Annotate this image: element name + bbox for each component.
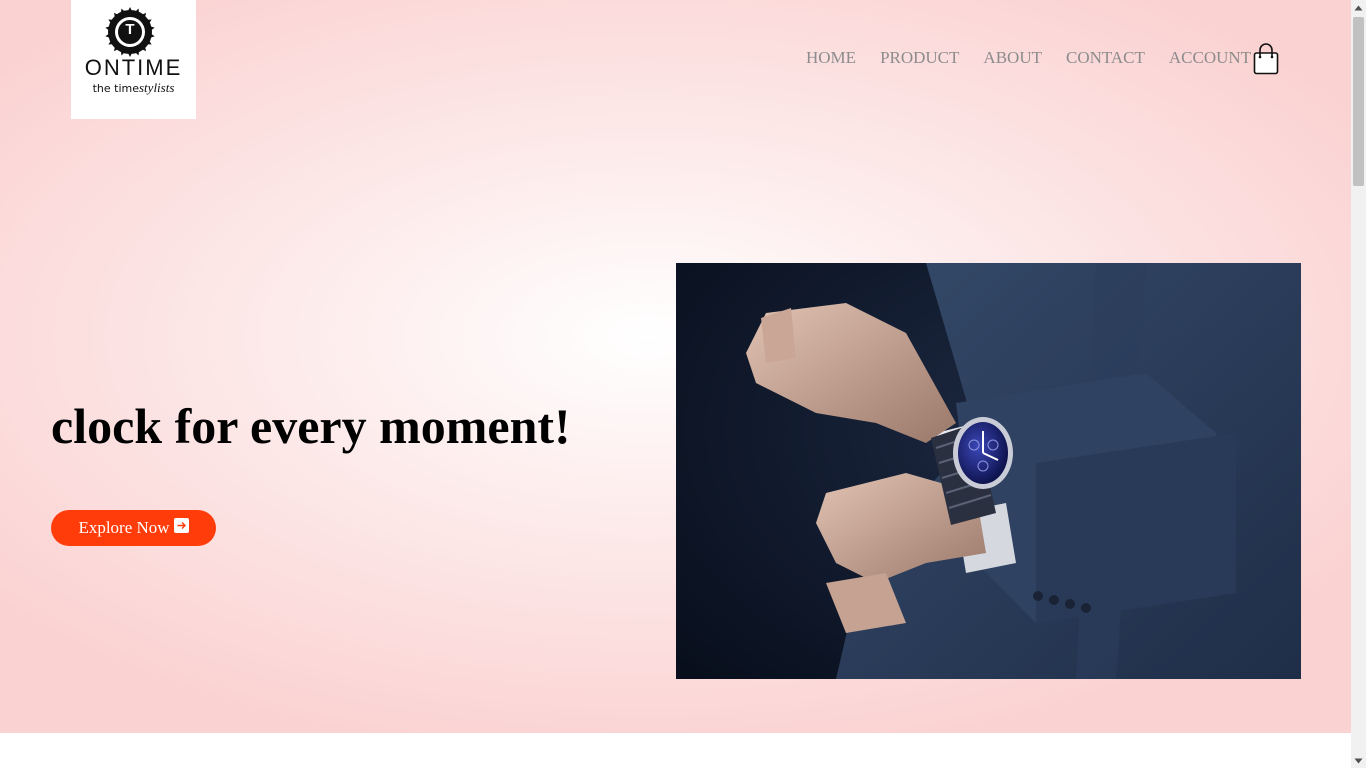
nav-product[interactable]: PRODUCT xyxy=(880,48,959,68)
vertical-scrollbar[interactable] xyxy=(1351,0,1366,768)
shopping-bag-icon[interactable] xyxy=(1253,43,1279,75)
nav-contact[interactable]: CONTACT xyxy=(1066,48,1145,68)
nav-about[interactable]: ABOUT xyxy=(983,48,1042,68)
scroll-down-arrow-icon[interactable] xyxy=(1351,753,1366,768)
nav-home[interactable]: HOME xyxy=(806,48,856,68)
scroll-up-arrow-icon[interactable] xyxy=(1351,0,1366,15)
tagline-italic: stylists xyxy=(139,80,175,95)
logo-letter: T xyxy=(125,21,135,38)
hero-image xyxy=(676,263,1301,679)
brand-tagline: the timestylists xyxy=(71,80,196,96)
explore-now-button[interactable]: Explore Now xyxy=(51,510,216,546)
tagline-prefix: the time xyxy=(92,82,139,95)
arrow-right-icon xyxy=(173,517,189,533)
main-nav: HOME PRODUCT ABOUT CONTACT ACCOUNT xyxy=(806,48,1275,68)
brand-logo[interactable]: T ONTIME the timestylists xyxy=(71,0,196,119)
explore-now-label: Explore Now xyxy=(78,518,170,537)
hero-section: T ONTIME the timestylists HOME PRODUCT A… xyxy=(0,0,1351,733)
hero-headline: clock for every moment! xyxy=(51,398,571,454)
brand-name: ONTIME xyxy=(84,55,183,80)
scrollbar-thumb[interactable] xyxy=(1353,17,1364,186)
page: T ONTIME the timestylists HOME PRODUCT A… xyxy=(0,0,1351,768)
nav-account[interactable]: ACCOUNT xyxy=(1169,48,1251,68)
